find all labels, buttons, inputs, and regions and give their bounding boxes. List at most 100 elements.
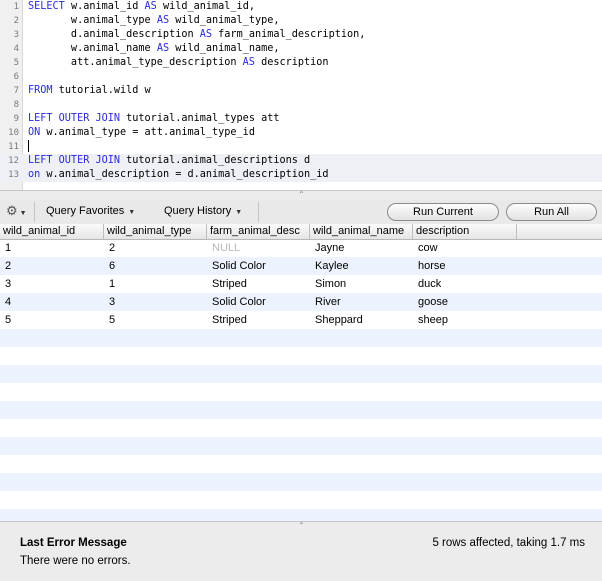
- line-number: 12: [8, 156, 19, 166]
- table-row[interactable]: 4 3 Solid Color River goose: [0, 293, 602, 311]
- sql-token: wild_animal_name,: [169, 43, 280, 54]
- table-cell[interactable]: 2: [104, 239, 212, 257]
- table-cell[interactable]: 3: [0, 275, 109, 293]
- table-cell[interactable]: Kaylee: [310, 257, 418, 275]
- query-toolbar: ⚙ ▼ Query Favorites ▼ Query History ▼ Run…: [0, 200, 602, 225]
- sql-token: w.animal_name: [28, 43, 157, 54]
- run-all-button[interactable]: Run All: [506, 203, 597, 221]
- column-header[interactable]: wild_animal_id: [0, 224, 104, 239]
- code-line[interactable]: 10 ON w.animal_type = att.animal_type_id: [0, 126, 602, 140]
- code-line[interactable]: 4 w.animal_name AS wild_animal_name,: [0, 42, 602, 56]
- column-header[interactable]: farm_animal_desc: [207, 224, 310, 239]
- line-number: 4: [13, 44, 19, 54]
- empty-row: [0, 383, 602, 401]
- code-text: [28, 140, 29, 154]
- sql-keyword: LEFT OUTER JOIN: [28, 113, 121, 124]
- table-cell[interactable]: Sheppard: [310, 311, 418, 329]
- table-cell[interactable]: goose: [413, 293, 522, 311]
- table-row[interactable]: 5 5 Striped Sheppard sheep: [0, 311, 602, 329]
- sql-editor[interactable]: 1 SELECT w.animal_id AS wild_animal_id, 2 …: [0, 0, 602, 191]
- code-text: SELECT w.animal_id AS wild_animal_id,: [28, 0, 255, 14]
- column-header[interactable]: wild_animal_name: [310, 224, 413, 239]
- sql-keyword: AS: [156, 15, 170, 26]
- run-current-button[interactable]: Run Current: [387, 203, 499, 221]
- line-number: 7: [13, 86, 19, 96]
- table-cell[interactable]: 4: [0, 293, 109, 311]
- code-line[interactable]: 9 LEFT OUTER JOIN tutorial.animal_types a…: [0, 112, 602, 126]
- table-cell[interactable]: River: [310, 293, 418, 311]
- line-number: 11: [8, 142, 19, 152]
- table-cell[interactable]: Solid Color: [207, 257, 315, 275]
- code-line[interactable]: 11: [0, 140, 602, 154]
- chevron-down-icon: ▼: [126, 209, 136, 216]
- code-line[interactable]: 5 att.animal_type_description AS descrip…: [0, 56, 602, 70]
- column-header[interactable]: wild_animal_type: [104, 224, 207, 239]
- sql-keyword: AS: [156, 43, 170, 54]
- table-cell[interactable]: 3: [104, 293, 212, 311]
- sql-token: tutorial.animal_types att: [120, 113, 280, 124]
- table-cell[interactable]: Striped: [207, 275, 315, 293]
- sql-token: att.animal_type_description: [28, 57, 243, 68]
- table-cell[interactable]: horse: [413, 257, 522, 275]
- sql-token: wild_animal_id,: [156, 1, 255, 12]
- table-cell[interactable]: cow: [413, 239, 522, 257]
- results-grid[interactable]: wild_animal_id wild_animal_type farm_anima…: [0, 224, 602, 522]
- table-cell[interactable]: sheep: [413, 311, 522, 329]
- sql-token: w.animal_type: [28, 15, 157, 26]
- code-line[interactable]: 12 LEFT OUTER JOIN tutorial.animal_descri…: [0, 154, 602, 168]
- gear-icon: ⚙: [6, 203, 18, 218]
- query-history-button[interactable]: Query History ▼: [164, 203, 242, 219]
- line-number: 3: [13, 30, 19, 40]
- table-cell[interactable]: NULL: [207, 239, 315, 257]
- column-header[interactable]: description: [413, 224, 517, 239]
- empty-row: [0, 329, 602, 347]
- gear-menu-button[interactable]: ⚙ ▼: [6, 203, 28, 219]
- sql-keyword: AS: [199, 29, 213, 40]
- code-text: w.animal_name AS wild_animal_name,: [28, 42, 280, 56]
- empty-row: [0, 347, 602, 365]
- line-number: 9: [13, 114, 19, 124]
- code-text: on w.animal_description = d.animal_descr…: [28, 168, 329, 182]
- table-cell[interactable]: 1: [0, 239, 109, 257]
- table-row[interactable]: 2 6 Solid Color Kaylee horse: [0, 257, 602, 275]
- sql-keyword: on: [28, 169, 41, 180]
- empty-row: [0, 401, 602, 419]
- code-line[interactable]: 2 w.animal_type AS wild_animal_type,: [0, 14, 602, 28]
- empty-row: [0, 437, 602, 455]
- code-text: FROM tutorial.wild w: [28, 84, 151, 98]
- table-row[interactable]: 3 1 Striped Simon duck: [0, 275, 602, 293]
- last-error-title: Last Error Message: [20, 537, 127, 549]
- table-cell[interactable]: 1: [104, 275, 212, 293]
- splitter-grip-icon: ⌃: [298, 521, 305, 530]
- code-text: LEFT OUTER JOIN tutorial.animal_descript…: [28, 154, 310, 168]
- code-line[interactable]: 6: [0, 70, 602, 84]
- query-favorites-button[interactable]: Query Favorites ▼: [46, 203, 135, 219]
- code-line[interactable]: 8: [0, 98, 602, 112]
- sql-keyword: AS: [144, 1, 157, 12]
- sql-keyword: AS: [242, 57, 255, 68]
- sql-token: tutorial.animal_descriptions d: [120, 155, 311, 166]
- code-line[interactable]: 13 on w.animal_description = d.animal_des…: [0, 168, 602, 182]
- rows-affected-text: 5 rows affected, taking 1.7 ms: [432, 537, 585, 549]
- table-cell[interactable]: Simon: [310, 275, 418, 293]
- chevron-down-icon: ▼: [19, 210, 27, 217]
- sql-keyword: ON: [28, 127, 41, 138]
- table-row[interactable]: 1 2 NULL Jayne cow: [0, 239, 602, 257]
- table-cell[interactable]: 2: [0, 257, 109, 275]
- query-history-label: Query History: [164, 205, 232, 217]
- table-cell[interactable]: 6: [104, 257, 212, 275]
- code-line[interactable]: 1 SELECT w.animal_id AS wild_animal_id,: [0, 0, 602, 14]
- sql-token: wild_animal_type,: [169, 15, 280, 26]
- table-cell[interactable]: Striped: [207, 311, 315, 329]
- table-cell[interactable]: Solid Color: [207, 293, 315, 311]
- code-line[interactable]: 7 FROM tutorial.wild w: [0, 84, 602, 98]
- table-cell[interactable]: 5: [104, 311, 212, 329]
- table-cell[interactable]: 5: [0, 311, 109, 329]
- code-text: w.animal_type AS wild_animal_type,: [28, 14, 280, 28]
- table-cell[interactable]: duck: [413, 275, 522, 293]
- sql-token: w.animal_description = d.animal_descript…: [40, 169, 329, 180]
- status-panel: Last Error Message There were no errors.…: [0, 530, 602, 581]
- line-number: 2: [13, 16, 19, 26]
- table-cell[interactable]: Jayne: [310, 239, 418, 257]
- code-line[interactable]: 3 d.animal_description AS farm_animal_de…: [0, 28, 602, 42]
